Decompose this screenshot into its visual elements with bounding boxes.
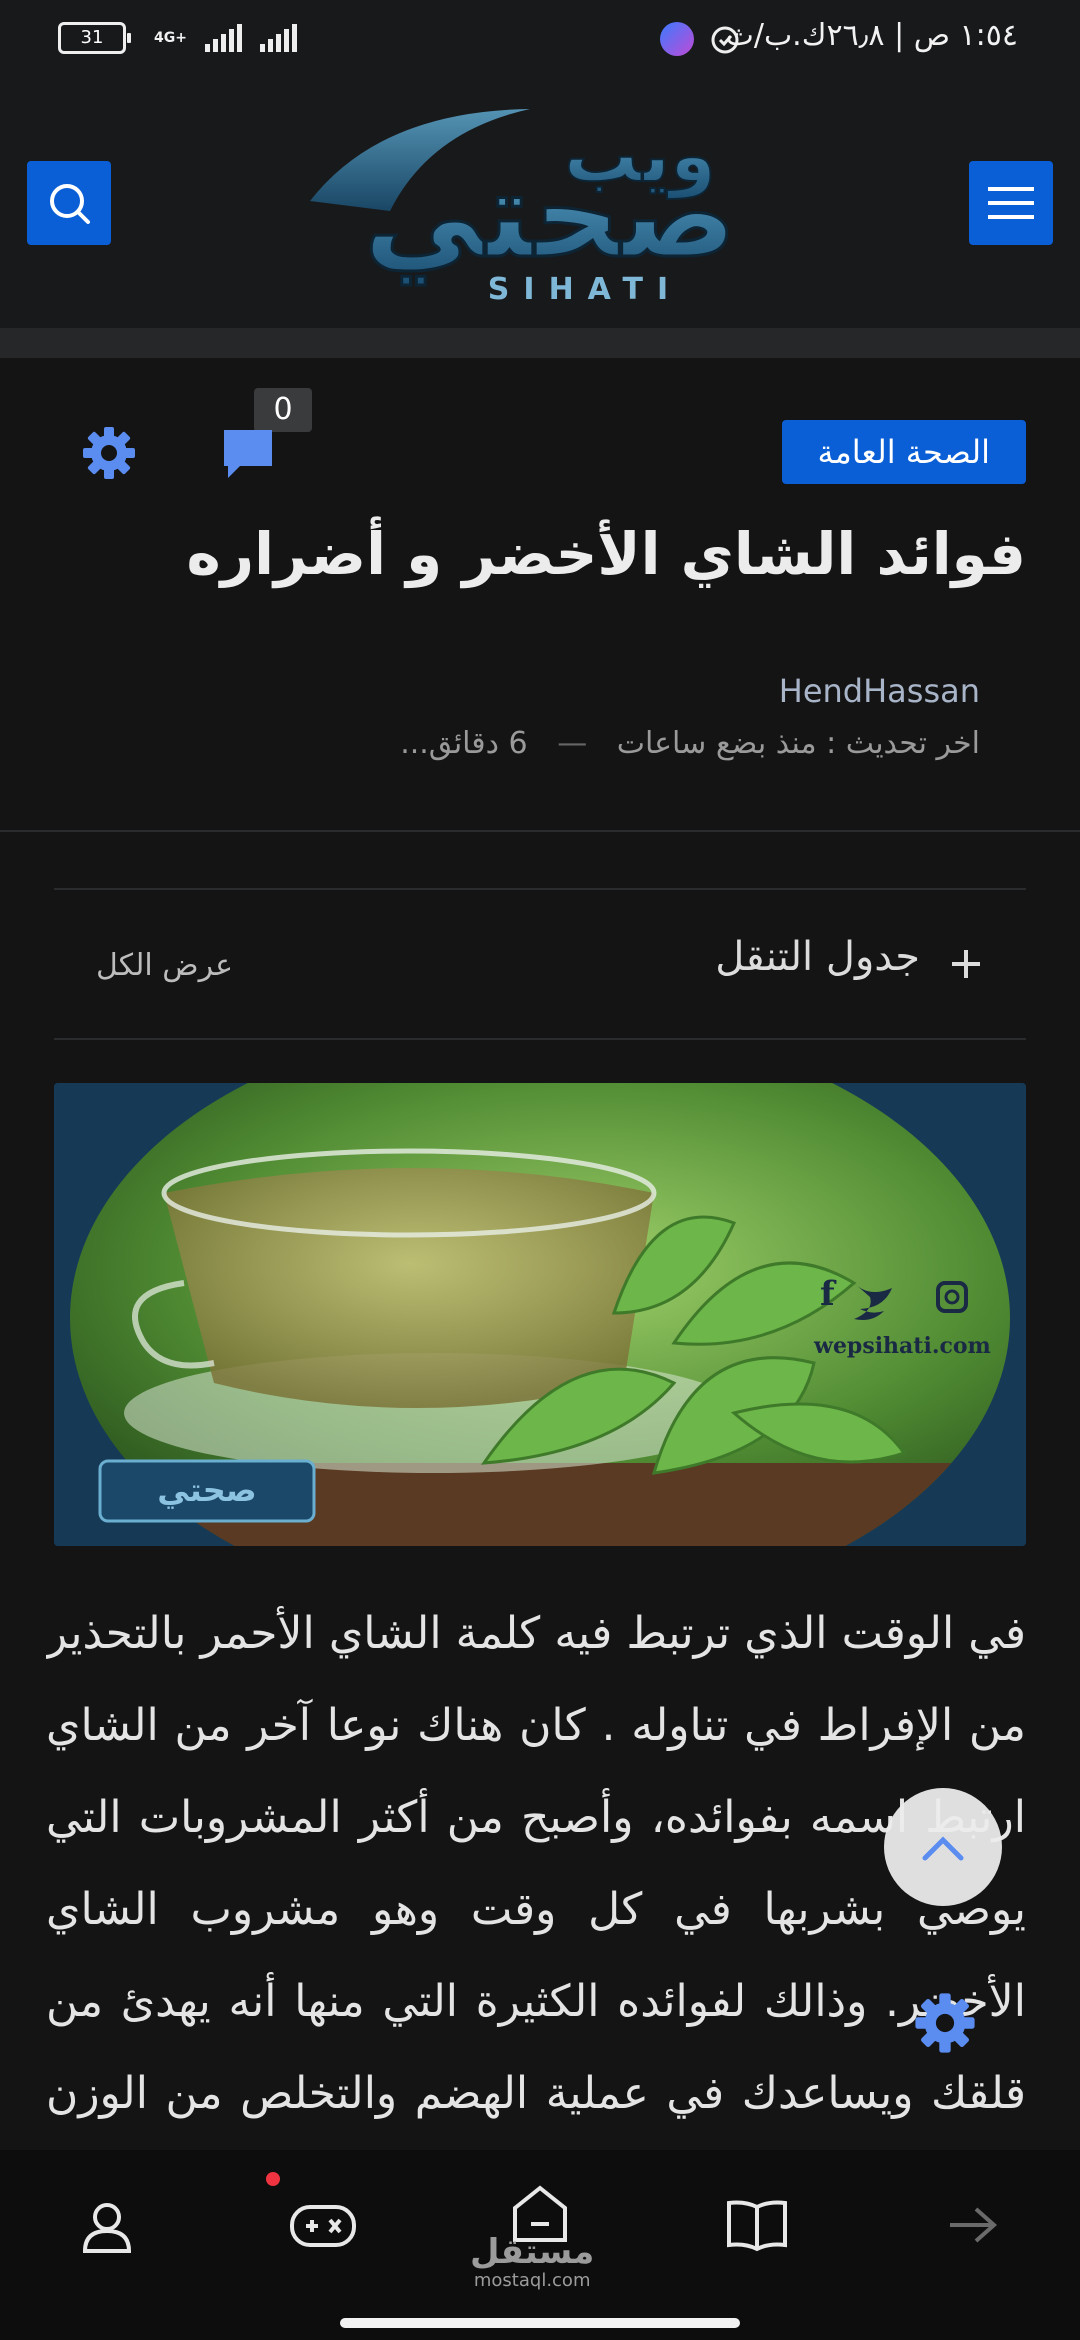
profile-icon (82, 2203, 132, 2253)
nav-profile[interactable] (70, 2188, 144, 2262)
toc-top-divider (54, 888, 1026, 890)
comments-button[interactable] (218, 424, 278, 484)
separator-dash: — (557, 726, 588, 761)
settings-button[interactable] (80, 424, 138, 482)
notification-dot (266, 2172, 280, 2186)
network-type: 4G+ (154, 30, 187, 46)
hamburger-menu-icon (988, 187, 1034, 219)
messenger-icon (660, 22, 694, 56)
battery-level: 31 (80, 27, 104, 48)
mostaql-watermark: مستقل mostaql.com (470, 2232, 594, 2291)
signal-icon-2 (259, 24, 297, 52)
website-watermark: wepsihati.com (813, 1333, 991, 1359)
menu-button[interactable] (969, 161, 1053, 245)
status-time: ١:٥٤ ص | ٢٦٫٨ك.ب/ث (725, 18, 1018, 53)
book-icon (727, 2200, 787, 2252)
signal-icon (204, 24, 242, 52)
battery-icon: 31 (58, 22, 131, 54)
gesture-home-bar[interactable] (340, 2318, 740, 2328)
category-badge[interactable]: الصحة العامة (781, 420, 1026, 484)
toc-title[interactable]: جدول التنقل (715, 934, 920, 980)
search-button[interactable] (27, 161, 111, 245)
status-bar: 31 4G+ ١:٥٤ ص | ٢٦٫٨ك.ب/ث (0, 0, 1080, 76)
bottom-navigation: مستقل mostaql.com (0, 2150, 1080, 2340)
scroll-to-top-button[interactable] (884, 1788, 1002, 1906)
forward-arrow-icon (950, 2207, 998, 2243)
nav-reading[interactable] (720, 2188, 794, 2262)
nav-forward[interactable] (936, 2188, 1010, 2262)
header-separator (0, 328, 1080, 358)
watermark-url: mostaql.com (473, 2270, 591, 2291)
watermark-arabic: مستقل (470, 2232, 595, 2272)
nav-games[interactable] (286, 2188, 360, 2262)
author-link[interactable]: HendHassan (779, 672, 980, 710)
search-icon (50, 184, 90, 224)
site-header: ويب صحتي SIHATI (0, 76, 1080, 328)
plus-icon (952, 950, 980, 978)
comment-icon (224, 430, 272, 478)
gear-icon (915, 1993, 975, 2053)
article-title: فوائد الشاي الأخضر و أضراره (186, 520, 1026, 588)
read-time: 6 دقائق... (400, 726, 528, 761)
update-info: اخر تحديث : منذ بضع ساعات — 6 دقائق... (400, 726, 980, 761)
games-icon (290, 2205, 356, 2247)
article-body: في الوقت الذي ترتبط فيه كلمة الشاي الأحم… (46, 1608, 1026, 2119)
status-left: 31 4G+ (58, 22, 297, 54)
logo-main-text: صحتي (364, 146, 737, 285)
hero-logo-text: صحتي (157, 1471, 256, 1509)
toc-view-all-link[interactable]: عرض الكل (96, 948, 233, 983)
toc-toggle-button[interactable] (948, 930, 984, 994)
facebook-icon: f (820, 1274, 837, 1314)
article-hero-image: f wepsihati.com صحتي (54, 1083, 1026, 1546)
meta-divider (0, 830, 1080, 832)
toc-bottom-divider (54, 1038, 1026, 1040)
logo-sub-text: SIHATI (488, 272, 682, 307)
update-label: اخر تحديث : منذ بضع ساعات (616, 726, 980, 761)
floating-settings-button[interactable] (912, 1990, 978, 2056)
chevron-up-icon (922, 1836, 964, 1861)
gear-icon (83, 427, 135, 479)
site-logo[interactable]: ويب صحتي SIHATI (270, 91, 810, 311)
